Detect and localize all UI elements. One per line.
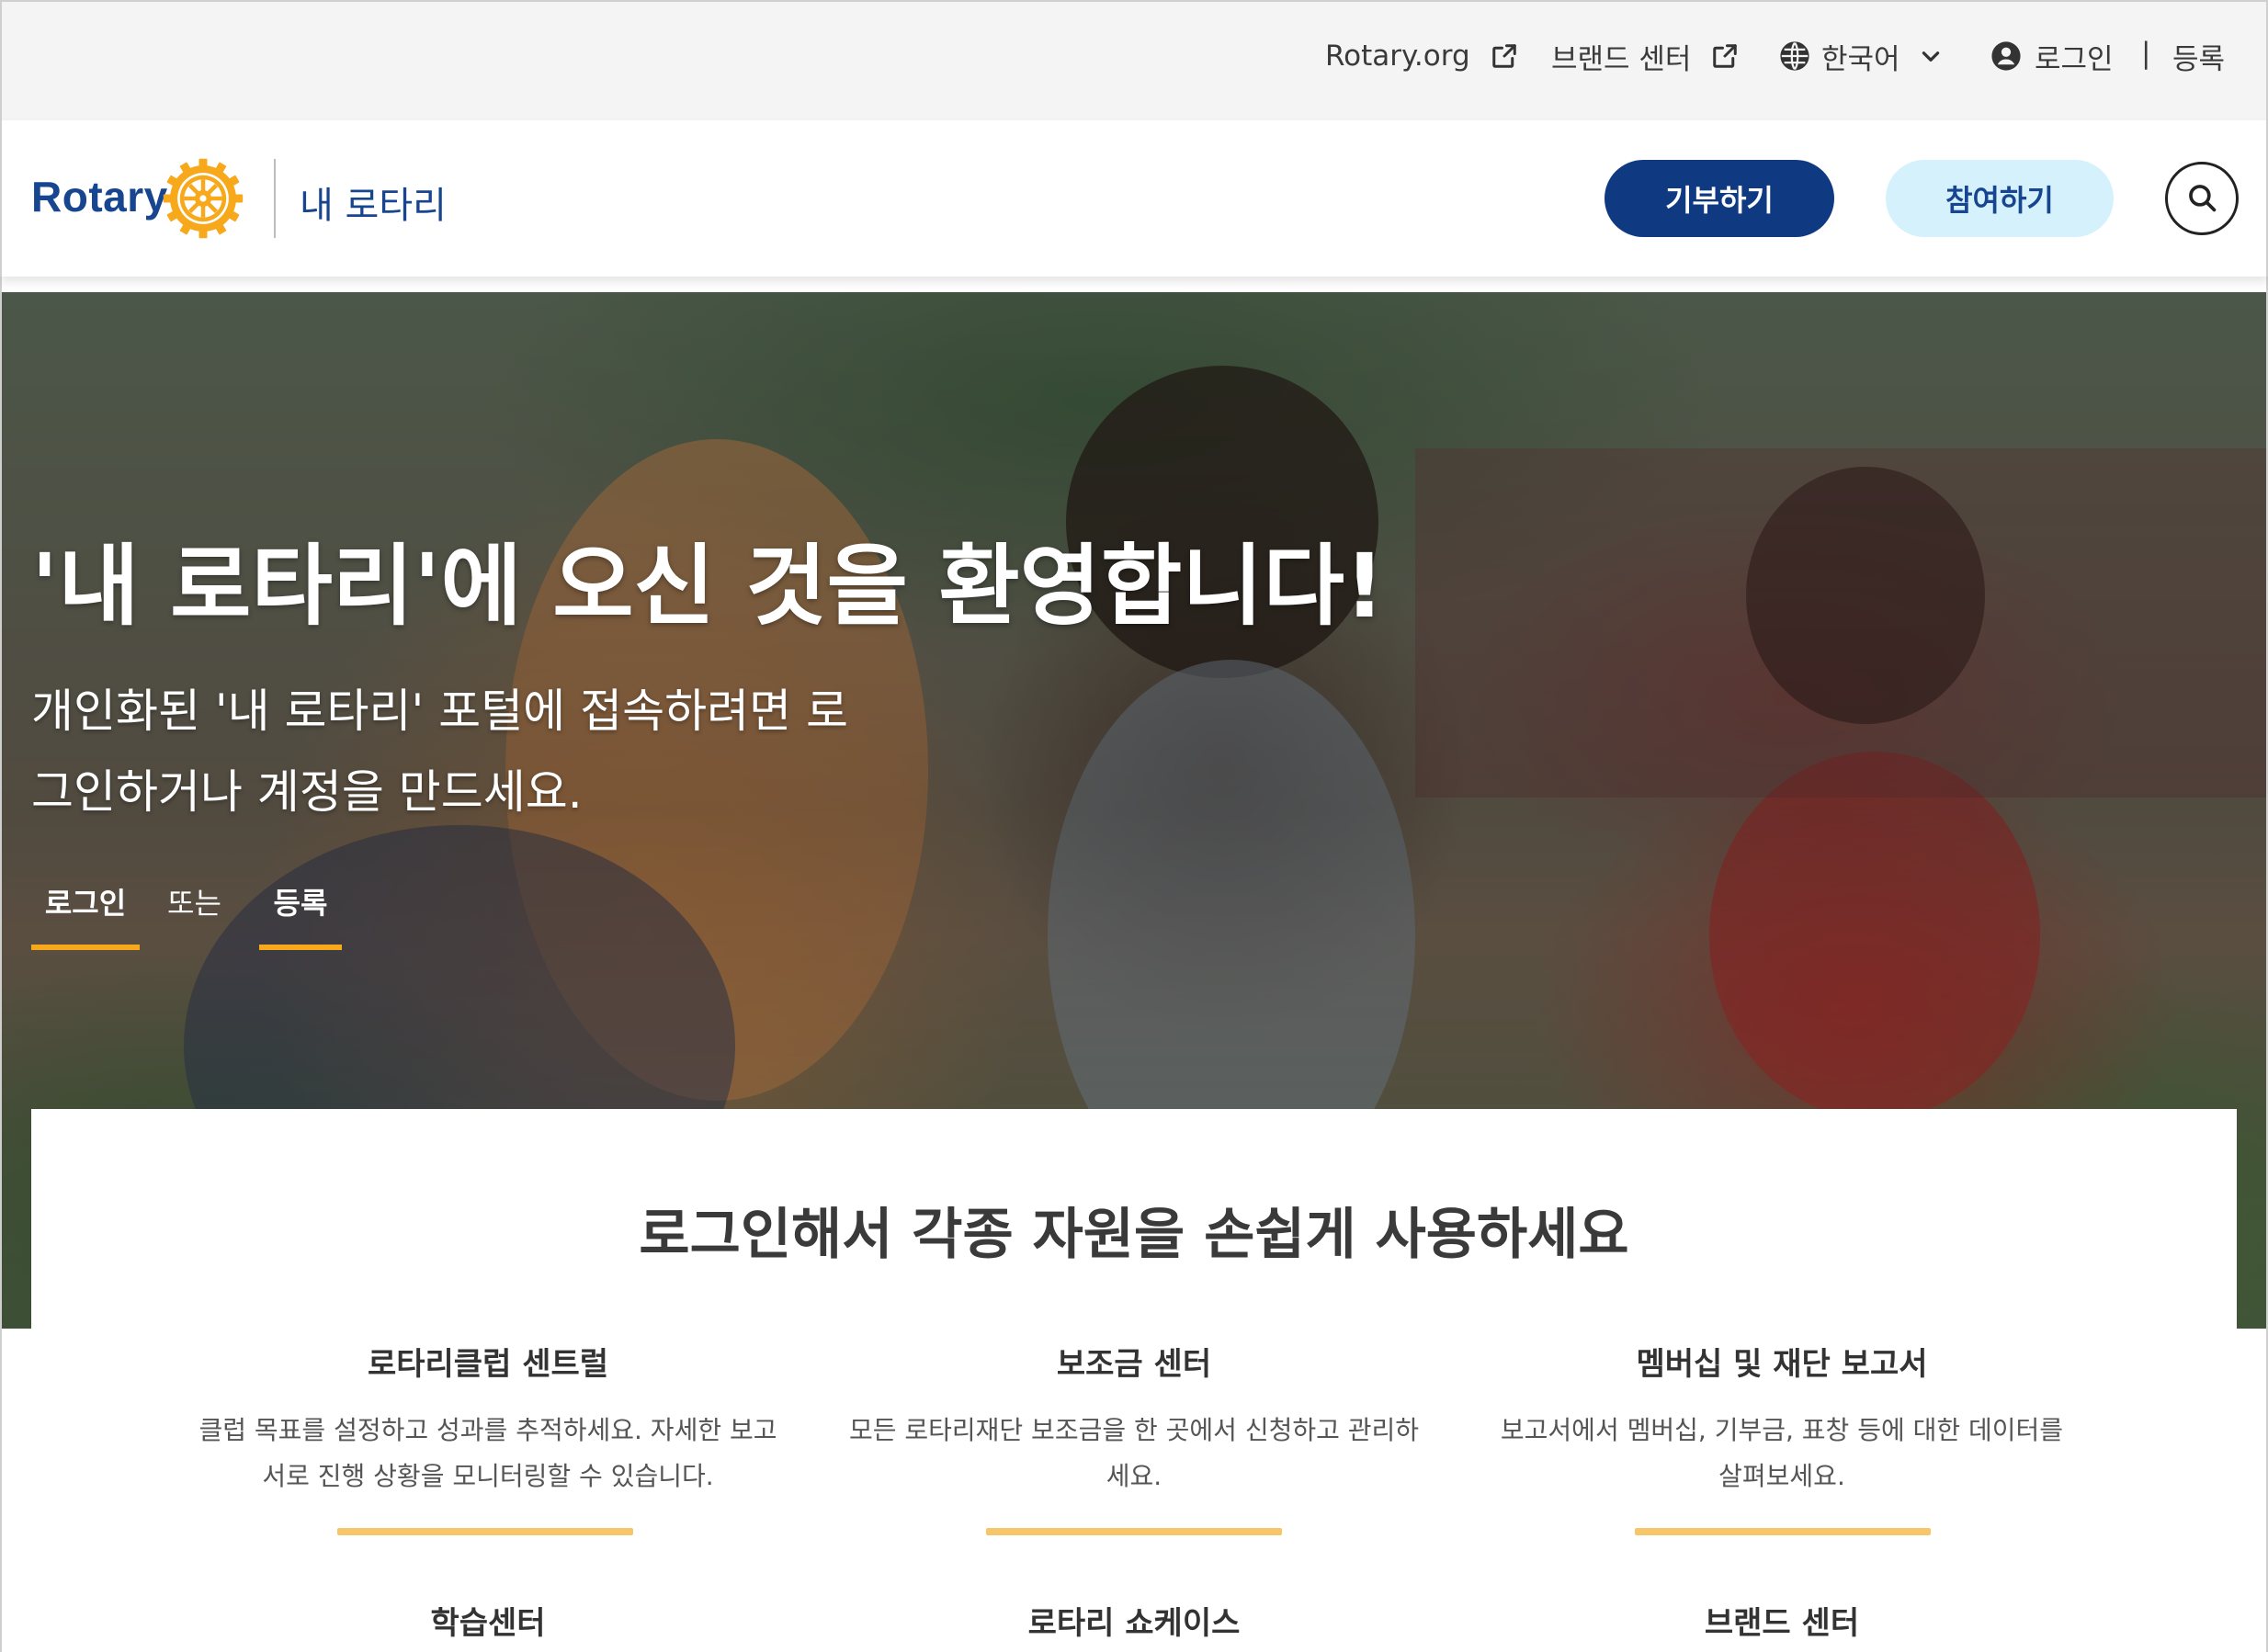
feature-divider bbox=[986, 1528, 1282, 1535]
language-label: 한국어 bbox=[1821, 42, 1900, 76]
hero-login-link[interactable]: 로그인 bbox=[31, 880, 140, 950]
donate-button[interactable]: 기부하기 bbox=[1605, 160, 1834, 237]
search-button[interactable] bbox=[2165, 162, 2239, 235]
user-circle-icon bbox=[1990, 40, 2022, 72]
globe-icon bbox=[1779, 40, 1810, 72]
join-button[interactable]: 참여하기 bbox=[1886, 160, 2114, 237]
logo-divider bbox=[274, 159, 276, 238]
external-link-icon bbox=[1711, 42, 1739, 70]
search-icon bbox=[2186, 182, 2217, 216]
resources-heading: 로그인해서 각종 자원을 손쉽게 사용하세요 bbox=[639, 1203, 1629, 1267]
brand-center-label: 브랜드 센터 bbox=[1551, 42, 1692, 76]
feature-desc-line: 보고서에서 멤버십, 기부금, 표창 등에 대한 데이터를 bbox=[1500, 1415, 2064, 1445]
rotary-org-label: Rotary.org bbox=[1325, 40, 1470, 73]
utility-bar: Rotary.org 브랜드 센터 한국어 로그인 | 등록 bbox=[0, 0, 2268, 120]
logo-wordmark: Rotary bbox=[31, 173, 168, 221]
rotary-org-link[interactable]: Rotary.org bbox=[1325, 35, 1518, 77]
feature-grant-center[interactable]: 보조금 센터 모든 로타리재단 보조금을 한 곳에서 신청하고 관리하 세요. bbox=[831, 1339, 1437, 1499]
feature-desc-line: 살펴보세요. bbox=[1718, 1461, 1845, 1491]
external-link-icon bbox=[1491, 42, 1518, 70]
feature-title: 로타리클럽 센트럴 bbox=[367, 1346, 609, 1383]
feature-brand-center[interactable]: 브랜드 센터 bbox=[1479, 1598, 2085, 1643]
language-selector[interactable]: 한국어 bbox=[1779, 35, 1943, 77]
feature-divider bbox=[1635, 1528, 1931, 1535]
portal-name-link[interactable]: 내 로타리 bbox=[300, 175, 447, 229]
feature-desc-line: 모든 로타리재단 보조금을 한 곳에서 신청하고 관리하 bbox=[848, 1415, 1420, 1445]
feature-desc-line: 서로 진행 상황을 모니터링할 수 있습니다. bbox=[262, 1461, 714, 1491]
hero-subtitle-line: 개인화된 '내 로타리' 포털에 접속하려면 로 bbox=[31, 685, 848, 738]
feature-club-central[interactable]: 로타리클럽 센트럴 클럽 목표를 설정하고 성과를 추적하세요. 자세한 보고 … bbox=[185, 1339, 791, 1499]
site-header: Rotary 내 로타리 기부하기 참여하기 bbox=[0, 120, 2268, 277]
brand-center-link[interactable]: 브랜드 센터 bbox=[1551, 35, 1739, 77]
feature-learning-center[interactable]: 학습센터 bbox=[185, 1598, 791, 1643]
login-label: 로그인 bbox=[2035, 42, 2114, 76]
feature-description: 보고서에서 멤버십, 기부금, 표창 등에 대한 데이터를 살펴보세요. bbox=[1479, 1408, 2085, 1499]
register-link[interactable]: 등록 bbox=[2172, 35, 2225, 77]
resources-card: 로그인해서 각종 자원을 손쉽게 사용하세요 로타리클럽 센트럴 클럽 목표를 … bbox=[31, 1109, 2237, 1652]
hero-or-text: 또는 bbox=[167, 886, 221, 921]
hero-subtitle-line: 그인하거나 계정을 만드세요. bbox=[31, 765, 583, 819]
feature-description: 모든 로타리재단 보조금을 한 곳에서 신청하고 관리하 세요. bbox=[831, 1408, 1437, 1499]
feature-description: 클럽 목표를 설정하고 성과를 추적하세요. 자세한 보고 서로 진행 상황을 … bbox=[185, 1408, 791, 1499]
register-label: 등록 bbox=[2172, 42, 2226, 76]
feature-desc-line: 세요. bbox=[1106, 1461, 1162, 1491]
feature-rotary-showcase[interactable]: 로타리 쇼케이스 bbox=[831, 1598, 1437, 1643]
login-link[interactable]: 로그인 bbox=[1990, 35, 2114, 77]
rotary-wheel-logo bbox=[162, 157, 244, 243]
hero-subtitle: 개인화된 '내 로타리' 포털에 접속하려면 로 그인하거나 계정을 만드세요. bbox=[31, 671, 1005, 832]
feature-title: 보조금 센터 bbox=[1056, 1346, 1212, 1383]
feature-membership-reports[interactable]: 멤버십 및 재단 보고서 보고서에서 멤버십, 기부금, 표창 등에 대한 데이… bbox=[1479, 1339, 2085, 1499]
feature-desc-line: 클럽 목표를 설정하고 성과를 추적하세요. 자세한 보고 bbox=[198, 1415, 777, 1445]
chevron-down-icon bbox=[1919, 44, 1943, 68]
feature-title: 멤버십 및 재단 보고서 bbox=[1636, 1346, 1928, 1383]
feature-divider bbox=[337, 1528, 633, 1535]
utility-separator: | bbox=[2141, 37, 2151, 70]
hero-register-link[interactable]: 등록 bbox=[259, 880, 342, 950]
hero-title: '내 로타리'에 오신 것을 환영합니다! bbox=[31, 535, 1385, 638]
